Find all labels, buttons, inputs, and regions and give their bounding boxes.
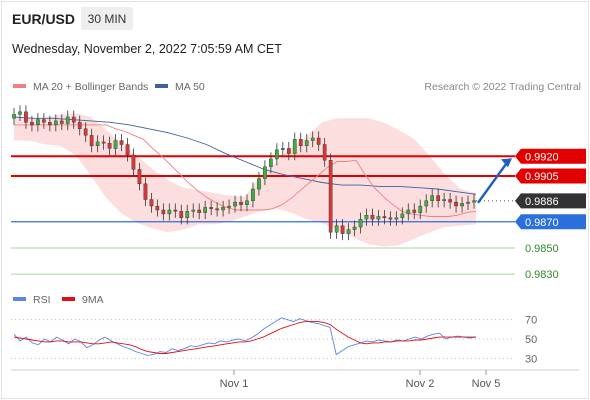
ma9-legend-label: 9MA — [82, 294, 104, 306]
price-label-0.9850: 0.9850 — [525, 243, 559, 255]
x-tick-label: Nov 5 — [472, 378, 501, 390]
x-tick-label: Nov 2 — [406, 378, 435, 390]
price-label-text: 0.9870 — [525, 217, 559, 229]
price-label-0.9830: 0.9830 — [525, 269, 559, 281]
rsi-tick-label: 30 — [525, 353, 537, 365]
research-credit: Research © 2022 Trading Central — [424, 81, 581, 93]
chart-root: EUR/USD 30 MIN Wednesday, November 2, 20… — [0, 0, 590, 400]
ma50-legend-swatch — [155, 84, 168, 88]
ma20-legend-swatch — [13, 84, 26, 88]
price-label-0.9870: 0.9870 — [515, 214, 586, 230]
rsi-legend-swatch — [13, 297, 26, 301]
ma9-legend-swatch — [62, 297, 75, 301]
rsi-legend-label: RSI — [33, 294, 51, 306]
candle — [328, 153, 333, 239]
price-label-text: 0.9886 — [525, 196, 559, 208]
symbol-title: EUR/USD — [12, 11, 75, 27]
price-label-0.9886: 0.9886 — [515, 193, 586, 209]
rsi-tick-label: 70 — [525, 315, 537, 327]
timestamp: Wednesday, November 2, 2022 7:05:59 AM C… — [12, 42, 282, 56]
price-label-0.9920: 0.9920 — [515, 148, 586, 164]
price-label-text: 0.9830 — [525, 269, 559, 281]
x-tick-label: Nov 1 — [220, 378, 249, 390]
price-label-text: 0.9920 — [525, 151, 559, 163]
price-label-0.9905: 0.9905 — [515, 168, 586, 184]
price-label-text: 0.9905 — [525, 171, 559, 183]
timeframe-label: 30 MIN — [88, 12, 127, 26]
rsi-tick-label: 50 — [525, 334, 537, 346]
ma50-legend-label: MA 50 — [175, 81, 205, 93]
ma20-legend-label: MA 20 + Bollinger Bands — [33, 81, 148, 93]
price-label-text: 0.9850 — [525, 243, 559, 255]
chart-canvas: EUR/USD 30 MIN Wednesday, November 2, 20… — [1, 1, 589, 399]
